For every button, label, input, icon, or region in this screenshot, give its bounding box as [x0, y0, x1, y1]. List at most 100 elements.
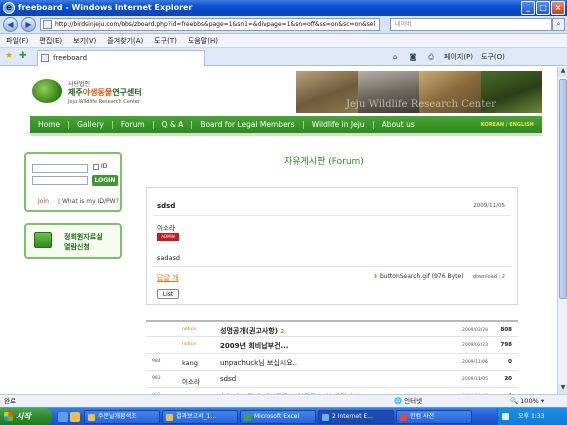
admin-badge: ADMIN	[157, 233, 179, 241]
nav-home[interactable]: Home	[30, 120, 68, 129]
menu-favorites[interactable]: 즐겨찾기(A)	[107, 34, 143, 47]
row-title[interactable]: unpachuck님 보십시요..	[220, 358, 297, 368]
menu-view[interactable]: 보기(V)	[73, 34, 96, 47]
row-writer[interactable]: 이소라	[182, 376, 200, 386]
post-body: sadasd	[157, 254, 180, 262]
quicklaunch-folder-icon[interactable]	[70, 412, 80, 422]
post-subject: sdsd	[157, 202, 176, 210]
list-button[interactable]: List	[157, 289, 179, 299]
row-hits: 798	[500, 342, 512, 348]
tab-row: ★ ✚ freeboard ⌂ ◙ ⎙ 페이지(P) 도구(O)	[0, 48, 567, 66]
home-icon[interactable]: ⌂	[390, 51, 400, 63]
row-number: 984	[152, 359, 161, 364]
address-url: http://birdsinjeju.com/bbs/zboard.php?id…	[55, 21, 376, 28]
back-button[interactable]: ◀	[3, 17, 18, 32]
taskbar-button-excel[interactable]: Microsoft Excel	[240, 410, 316, 424]
post-author[interactable]: 이소라	[157, 222, 175, 232]
comment-count: 2	[280, 329, 285, 335]
download-count: download : 2	[472, 274, 505, 280]
menu-edit[interactable]: 편집(E)	[39, 34, 62, 47]
post-date: 2009/11/05	[473, 203, 505, 209]
row-number: 983	[152, 376, 161, 381]
feeds-icon[interactable]: ◙	[408, 51, 418, 63]
start-button[interactable]: 시작	[0, 408, 52, 425]
find-id-link[interactable]: | What is my ID/PW?	[58, 198, 119, 205]
close-button[interactable]: ×	[551, 1, 565, 15]
tab-page-icon	[41, 54, 49, 62]
member-archive-request[interactable]: 정회원자료실 열람신청	[24, 223, 122, 259]
zoom-level[interactable]: 🔍 100% ▾	[510, 395, 544, 407]
search-input[interactable]: 네이버	[390, 18, 552, 31]
windows-logo-icon	[4, 412, 13, 421]
login-password-field[interactable]	[32, 176, 88, 185]
add-favorite-icon[interactable]: ✚	[19, 51, 27, 61]
minimize-button[interactable]: _	[521, 1, 535, 15]
attachment-link[interactable]: ⬇ buttonSearch.gif (976 Byte)	[373, 273, 464, 280]
menu-tools[interactable]: 도구(T)	[154, 34, 177, 47]
menu-help[interactable]: 도움말(H)	[188, 34, 218, 47]
site-nav: Home Gallery Forum Q & A Board for Legal…	[30, 116, 542, 136]
nav-wildlife[interactable]: Wildlife in Jeju	[304, 120, 373, 129]
login-id-field[interactable]	[32, 164, 88, 173]
forward-button[interactable]: ▶	[21, 17, 36, 32]
nav-about[interactable]: About us	[374, 120, 423, 129]
taskbar-button-dictionary[interactable]: 한컴 사전	[396, 410, 472, 424]
nav-forum[interactable]: Forum	[113, 120, 153, 129]
favorites-star-icon[interactable]: ★	[5, 51, 13, 61]
row-hits: 808	[500, 327, 512, 333]
row-title[interactable]: sdsd	[220, 375, 236, 383]
vertical-scrollbar[interactable]: ▲ ▼	[557, 67, 567, 394]
nav-qa[interactable]: Q & A	[154, 120, 192, 129]
post-view: sdsd 2009/11/05 이소라 ADMIN sadasd 답글 개 ⬇ …	[146, 187, 518, 305]
login-box: ID LOGIN Join | What is my ID/PW?	[24, 152, 122, 212]
window-titlebar: e freeboard - Windows Internet Explorer …	[0, 0, 567, 16]
login-button[interactable]: LOGIN	[92, 175, 118, 186]
maximize-button[interactable]: □	[536, 1, 550, 15]
window-controls: _ □ ×	[521, 1, 565, 15]
reply-link[interactable]: 답글 개	[157, 273, 179, 283]
command-bar: ⌂ ◙ ⎙ 페이지(P) 도구(O)	[390, 51, 505, 63]
page-title: 자유게시판 (Forum)	[284, 157, 364, 167]
address-row: ◀ ▶ http://birdsinjeju.com/bbs/zboard.ph…	[0, 16, 567, 34]
menu-file[interactable]: 파일(F)	[6, 34, 28, 47]
system-tray: 오후 1:33	[497, 408, 567, 425]
save-id-checkbox[interactable]	[93, 164, 99, 170]
tray-icon[interactable]	[502, 413, 509, 420]
scroll-thumb[interactable]	[559, 79, 567, 299]
logo-title[interactable]: 제주야생동물연구센터	[68, 87, 142, 98]
taskbar-button-1[interactable]: 주문날개황색조	[84, 410, 160, 424]
save-id-label: ID	[101, 163, 108, 170]
taskbar: 시작 주문날개황색조 결과보고서_1... Microsoft Excel 2 …	[0, 407, 567, 425]
tab-freeboard[interactable]: freeboard	[37, 50, 205, 66]
row-date: 2009/11/06	[462, 360, 488, 365]
nav-legal-members[interactable]: Board for Legal Members	[192, 120, 302, 129]
notice-label: notice	[182, 342, 196, 347]
table-row[interactable]: notice 성명공개(권고사항) 2 2009/03/28 808	[146, 320, 518, 337]
table-row[interactable]: 983 이소라 sdsd 2009/11/05 20	[146, 371, 518, 388]
security-zone: 🌐 인터넷	[394, 397, 423, 405]
notice-label: notice	[182, 327, 196, 332]
download-icon: ⬇	[373, 273, 379, 280]
row-writer[interactable]: kang	[182, 359, 198, 367]
quicklaunch-ie-icon[interactable]	[58, 412, 68, 422]
site-header: 사단법인 제주야생동물연구센터 Jeju Wildlife Research C…	[0, 67, 557, 115]
table-row[interactable]: notice 2009년 회비납부건... 2009/02/23 798	[146, 337, 518, 354]
row-title[interactable]: 성명공개(권고사항) 2	[220, 326, 284, 336]
join-link[interactable]: Join	[38, 198, 49, 205]
table-row[interactable]: 984 kang unpachuck님 보십시요.. 2009/11/06 0	[146, 354, 518, 371]
row-title[interactable]: 2009년 회비납부건...	[220, 341, 289, 351]
row-date: 2009/03/28	[462, 328, 488, 333]
taskbar-button-2[interactable]: 결과보고서_1...	[162, 410, 238, 424]
print-icon[interactable]: ⎙	[426, 51, 436, 63]
taskbar-button-ie[interactable]: 2 Internet E...	[318, 410, 394, 424]
page-menu[interactable]: 페이지(P)	[444, 51, 473, 63]
language-switch[interactable]: KOREAN / ENGLISH	[481, 122, 534, 128]
site-logo-icon[interactable]	[32, 79, 62, 103]
search-icon[interactable]: ⌕	[552, 18, 565, 31]
tools-menu[interactable]: 도구(O)	[481, 51, 505, 63]
scroll-down-icon[interactable]: ▼	[558, 384, 567, 394]
photo-caption: Jeju Wildlife Research Center	[346, 99, 496, 110]
address-bar[interactable]: http://birdsinjeju.com/bbs/zboard.php?id…	[40, 18, 380, 31]
nav-gallery[interactable]: Gallery	[69, 120, 112, 129]
scroll-up-icon[interactable]: ▲	[558, 67, 567, 77]
